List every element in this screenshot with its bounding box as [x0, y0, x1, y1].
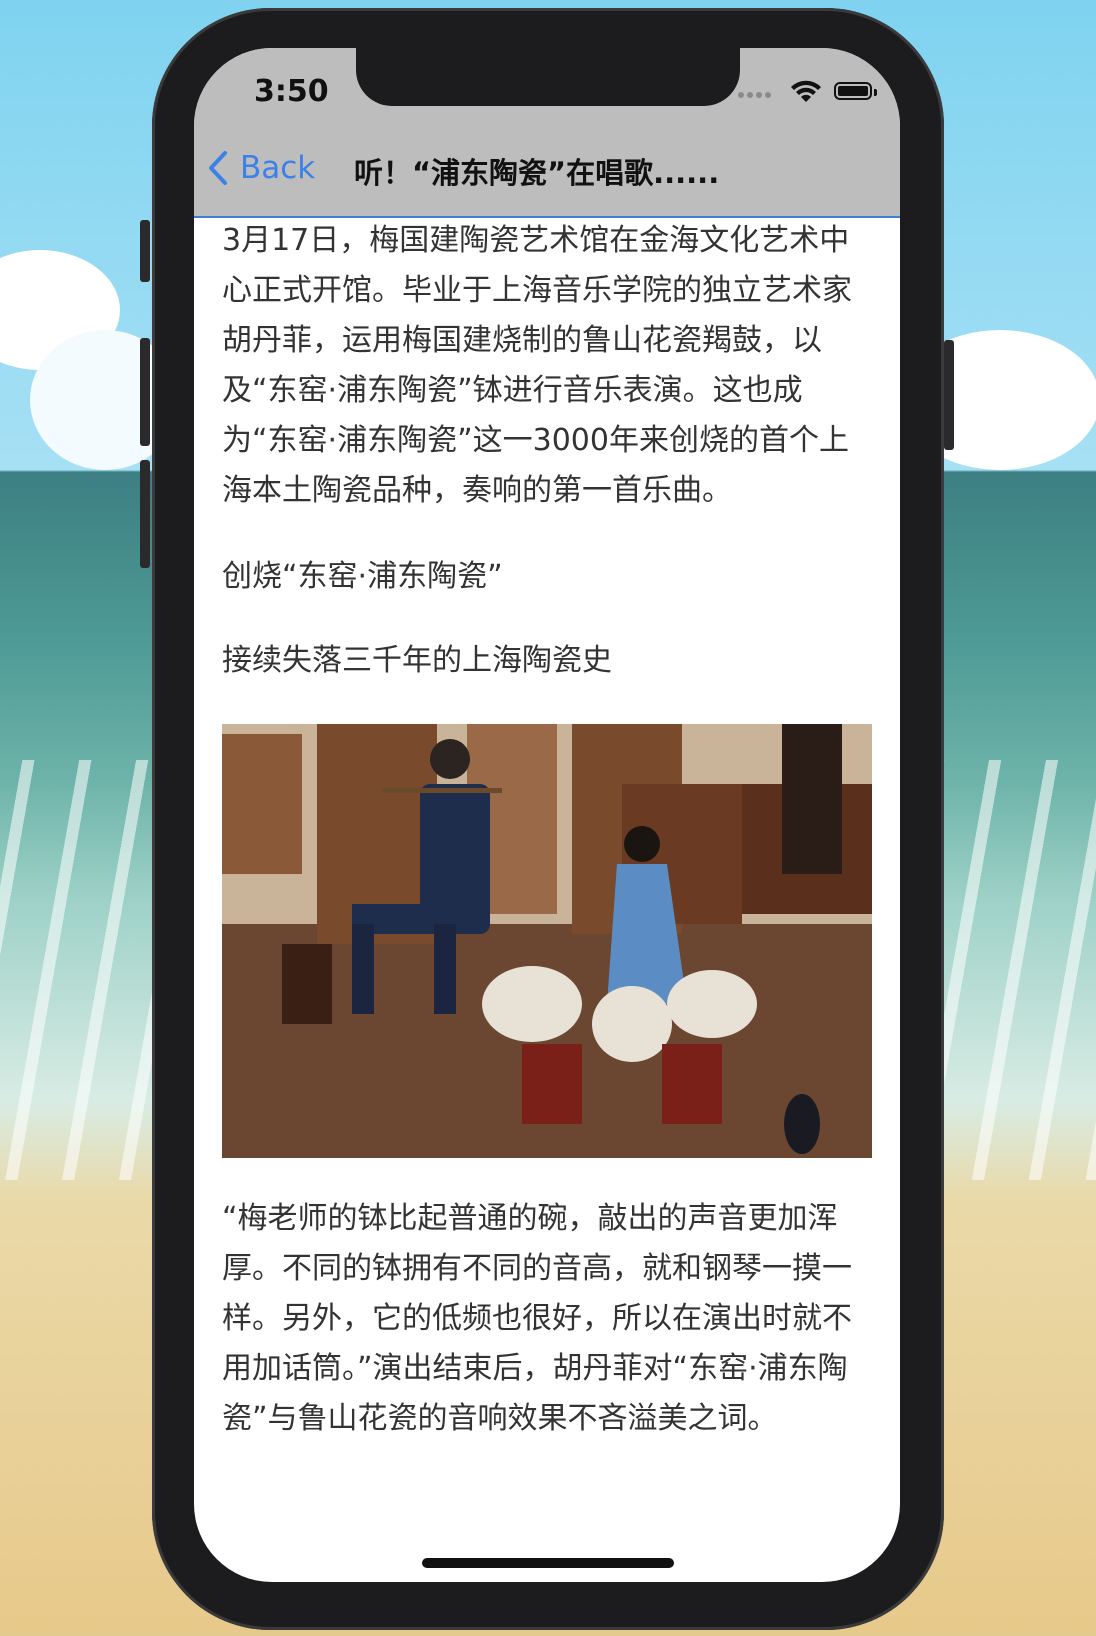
home-indicator[interactable] [422, 1558, 674, 1568]
phone-screen: 3:50 Back 听！“浦东陶瓷”在唱歌...... 3月17日，梅国建陶瓷艺… [194, 48, 900, 1582]
chevron-left-icon [209, 151, 227, 185]
navigation-bar: 3:50 Back 听！“浦东陶瓷”在唱歌...... [194, 48, 900, 218]
article-paragraph-2: “梅老师的钵比起普通的碗，敲出的声音更加浑厚。不同的钵拥有不同的音高，就和钢琴一… [222, 1201, 852, 1436]
back-button[interactable]: Back [208, 146, 315, 190]
notch [356, 48, 740, 106]
article-heading-1: 创烧“东窑·浦东陶瓷” [222, 559, 503, 594]
signal-dots-icon [738, 92, 778, 100]
article-paragraph-1: 3月17日，梅国建陶瓷艺术馆在金海文化艺术中心正式开馆。毕业于上海音乐学院的独立… [222, 223, 852, 508]
article-content: 3月17日，梅国建陶瓷艺术馆在金海文化艺术中心正式开馆。毕业于上海音乐学院的独立… [222, 216, 872, 1444]
battery-tip [874, 89, 877, 96]
page-title: 听！“浦东陶瓷”在唱歌...... [354, 156, 720, 190]
mute-switch [140, 220, 150, 282]
volume-up-button [140, 338, 150, 446]
back-label: Back [240, 150, 316, 186]
power-button [944, 340, 954, 450]
performance-photo [222, 724, 872, 1158]
battery-icon [834, 82, 872, 100]
wifi-icon [791, 80, 821, 102]
status-time: 3:50 [254, 74, 329, 109]
volume-down-button [140, 460, 150, 568]
article-heading-2: 接续失落三千年的上海陶瓷史 [222, 643, 612, 678]
